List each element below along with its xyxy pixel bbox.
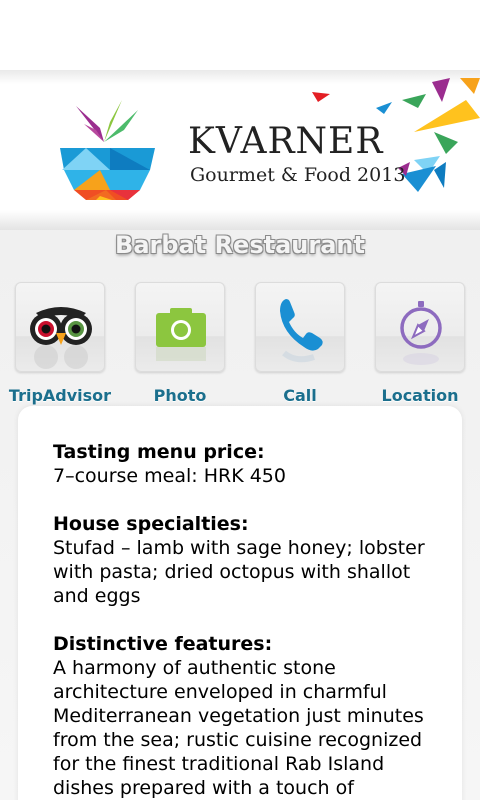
tripadvisor-button[interactable]: TripAdvisor	[0, 282, 120, 412]
features-heading: Distinctive features:	[53, 633, 273, 655]
tasting-menu-heading: Tasting menu price:	[53, 441, 265, 463]
location-label: Location	[381, 386, 459, 405]
action-buttons-row: TripAdvisor Photo Call Location	[0, 282, 480, 412]
kvarner-logo-icon	[60, 100, 155, 200]
status-bar-area	[0, 0, 480, 70]
logo-title: KVARNER	[188, 121, 384, 162]
tasting-menu-section: Tasting menu price: 7–course meal: HRK 4…	[53, 440, 433, 488]
logo-subtitle: Gourmet & Food 2013	[190, 164, 406, 186]
photo-tile	[135, 282, 225, 372]
tasting-menu-body: 7–course meal: HRK 450	[53, 465, 286, 487]
photo-label: Photo	[153, 386, 207, 405]
restaurant-details-card: Tasting menu price: 7–course meal: HRK 4…	[18, 406, 462, 800]
location-button[interactable]: Location	[360, 282, 480, 412]
specialties-section: House specialties: Stufad – lamb with sa…	[53, 512, 433, 608]
features-body: A harmony of authentic stone architectur…	[53, 657, 424, 799]
tripadvisor-owl-icon	[30, 307, 92, 369]
phone-icon	[280, 299, 323, 363]
features-section: Distinctive features: A harmony of authe…	[53, 632, 433, 800]
photo-button[interactable]: Photo	[120, 282, 240, 412]
specialties-body: Stufad – lamb with sage honey; lobster w…	[53, 537, 425, 607]
tripadvisor-tile	[15, 282, 105, 372]
details-text: Tasting menu price: 7–course meal: HRK 4…	[53, 440, 433, 800]
specialties-heading: House specialties:	[53, 513, 249, 535]
header-banner: KVARNER Gourmet & Food 2013	[0, 70, 480, 230]
camera-icon	[156, 308, 206, 361]
call-label: Call	[283, 386, 317, 405]
call-button[interactable]: Call	[240, 282, 360, 412]
call-tile	[255, 282, 345, 372]
restaurant-title: Barbat Restaurant	[115, 231, 365, 259]
compass-icon	[400, 301, 442, 365]
tripadvisor-label: TripAdvisor	[8, 386, 112, 405]
location-tile	[375, 282, 465, 372]
